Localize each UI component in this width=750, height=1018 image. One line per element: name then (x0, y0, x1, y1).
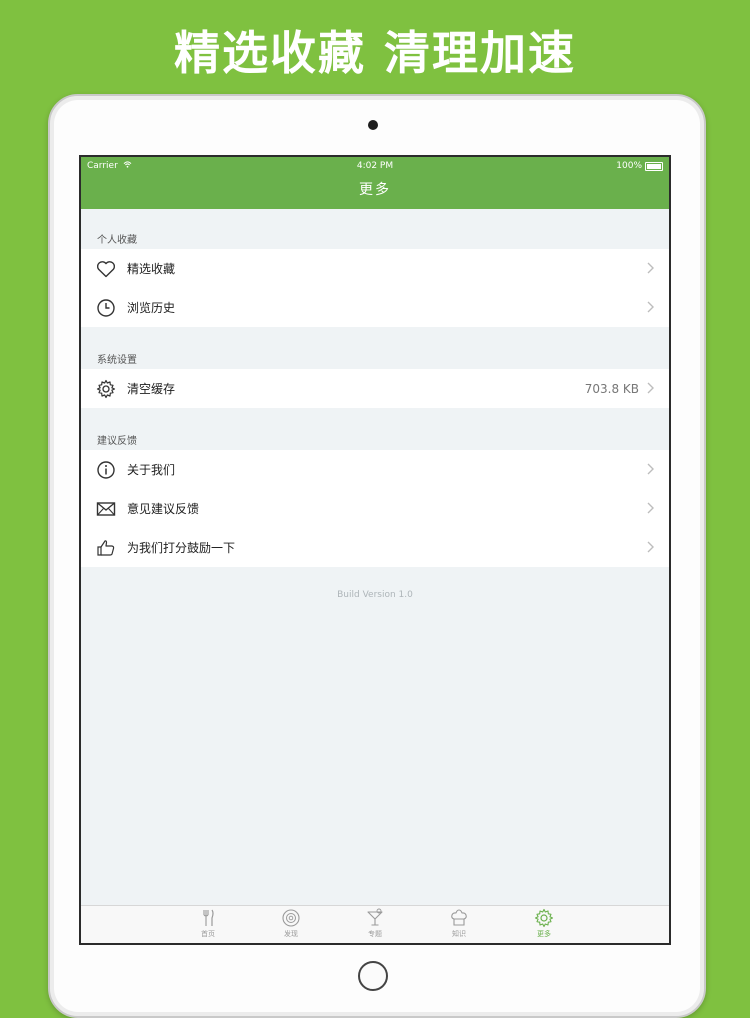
heart-icon (95, 258, 117, 280)
home-button[interactable] (358, 961, 388, 991)
tab-label: 更多 (537, 930, 551, 938)
tab-more[interactable]: 更多 (524, 908, 564, 942)
front-camera (368, 120, 378, 130)
dish-icon (282, 909, 300, 927)
tab-label: 专题 (368, 930, 382, 938)
chevron-right-icon (647, 502, 654, 514)
chevron-right-icon (647, 382, 654, 394)
row-label: 清空缓存 (127, 382, 176, 396)
cache-size-value: 703.8 KB (584, 381, 639, 396)
group-feedback: 关于我们 意见建议反馈 为我们打分鼓励一下 (81, 450, 669, 567)
row-rate-app[interactable]: 为我们打分鼓励一下 (81, 528, 669, 567)
mail-icon (95, 498, 117, 520)
row-label: 精选收藏 (127, 262, 176, 276)
battery-icon (645, 161, 663, 171)
cocktail-icon (367, 908, 383, 926)
row-label: 浏览历史 (127, 301, 176, 315)
tab-label: 知识 (452, 930, 466, 938)
chevron-right-icon (647, 301, 654, 313)
chevron-right-icon (647, 463, 654, 475)
battery-indicator: 100% (616, 157, 663, 175)
info-icon (95, 459, 117, 481)
row-feedback[interactable]: 意见建议反馈 (81, 489, 669, 528)
fork-knife-icon (203, 909, 214, 926)
row-label: 意见建议反馈 (127, 502, 200, 516)
row-featured-favorites[interactable]: 精选收藏 (81, 249, 669, 288)
tab-topics[interactable]: 专题 (355, 908, 395, 942)
gear-icon (534, 908, 554, 928)
tab-discover[interactable]: 发现 (271, 908, 311, 942)
chevron-right-icon (647, 262, 654, 274)
build-version: Build Version 1.0 (337, 590, 413, 600)
tab-home[interactable]: 首页 (188, 908, 228, 942)
tab-knowledge[interactable]: 知识 (439, 908, 479, 942)
app-screen: Carrier 4:02 PM 100% 更多 个人收藏 精选收藏 浏览历史 系… (79, 155, 671, 945)
tab-label: 首页 (201, 930, 215, 938)
group-settings: 清空缓存 703.8 KB (81, 369, 669, 408)
thumbs-up-icon (95, 537, 117, 559)
status-bar: Carrier 4:02 PM 100% (81, 157, 669, 175)
status-time: 4:02 PM (356, 161, 394, 171)
row-about-us[interactable]: 关于我们 (81, 450, 669, 489)
section-header-favorites: 个人收藏 (97, 235, 137, 246)
page-title: 更多 (359, 182, 391, 198)
tab-label: 发现 (284, 930, 298, 938)
row-browse-history[interactable]: 浏览历史 (81, 288, 669, 327)
navigation-bar: Carrier 4:02 PM 100% 更多 (81, 157, 669, 209)
row-label: 为我们打分鼓励一下 (127, 541, 236, 555)
section-header-feedback: 建议反馈 (97, 436, 137, 447)
group-favorites: 精选收藏 浏览历史 (81, 249, 669, 327)
row-clear-cache[interactable]: 清空缓存 703.8 KB (81, 369, 669, 408)
tab-bar: 首页 发现 专题 知识 更多 (81, 905, 669, 943)
chevron-right-icon (647, 541, 654, 553)
gear-icon (95, 378, 117, 400)
battery-percent: 100% (616, 161, 642, 171)
section-header-settings: 系统设置 (97, 355, 137, 366)
clock-icon (95, 297, 117, 319)
chef-hat-icon (451, 909, 467, 926)
promo-headline: 精选收藏 清理加速 (173, 26, 576, 80)
row-label: 关于我们 (127, 463, 176, 477)
